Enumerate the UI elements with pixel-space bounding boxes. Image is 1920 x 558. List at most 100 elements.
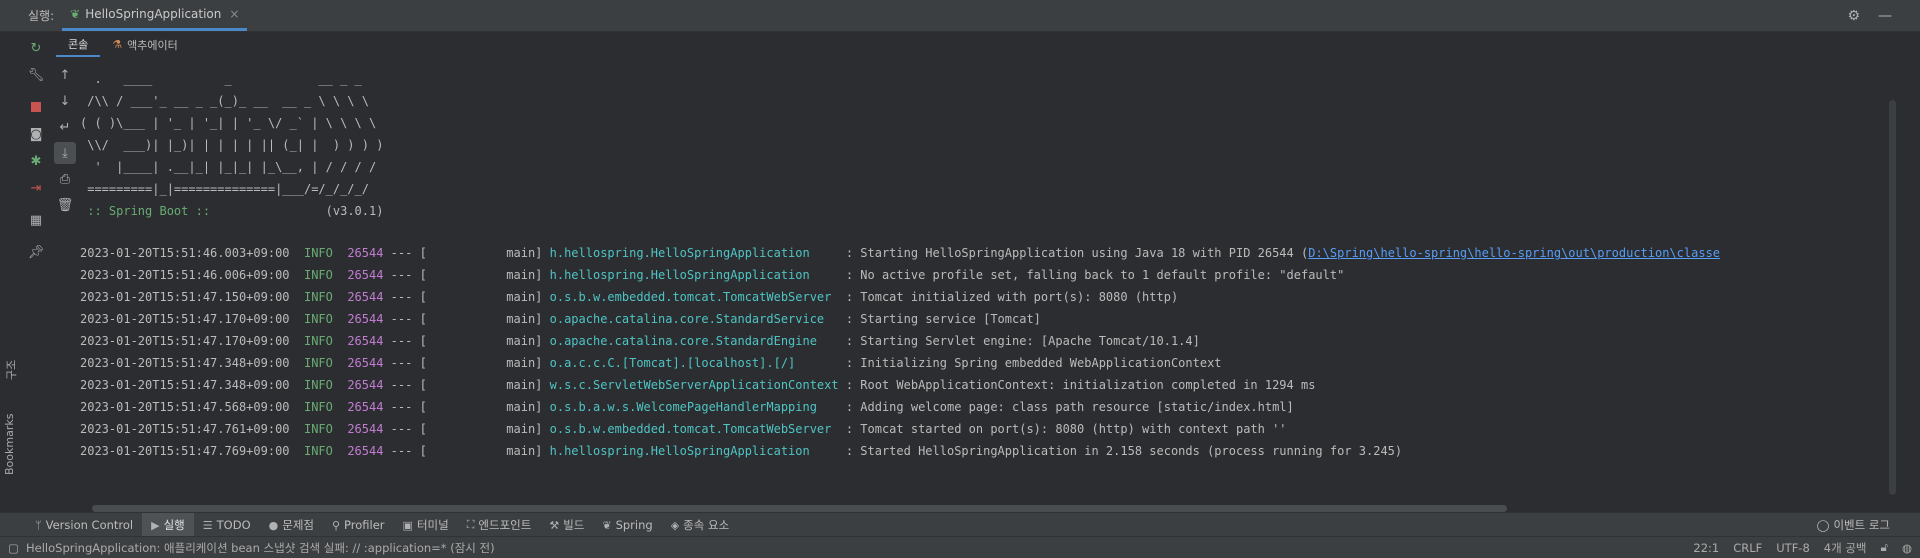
log-level: INFO bbox=[303, 268, 333, 282]
branch-icon: ᛘ bbox=[35, 518, 42, 532]
log-line: 2023-01-20T15:51:47.150+09:00 INFO 26544… bbox=[80, 286, 1900, 308]
run-toolbar: ↻ 🔧︎ ◙ ✱ ⇥ ▦ 📌︎ bbox=[22, 32, 50, 502]
log-pid: 26544 bbox=[347, 378, 384, 392]
log-message: : Root WebApplicationContext: initializa… bbox=[838, 378, 1316, 392]
log-level: INFO bbox=[303, 290, 333, 304]
log-logger: w.s.c.ServletWebServerApplicationContext bbox=[549, 378, 839, 392]
log-level: INFO bbox=[303, 356, 333, 370]
camera-icon[interactable]: ◙ bbox=[25, 123, 47, 145]
log-logger: o.s.b.w.embedded.tomcat.TomcatWebServer bbox=[549, 422, 839, 436]
tool-button-9[interactable]: ◈ 종속 요소 bbox=[662, 513, 738, 537]
log-thread: --- [ main] bbox=[383, 444, 550, 458]
tool-button-1[interactable]: ▶ 실행 bbox=[142, 513, 194, 537]
minimize-icon[interactable]: — bbox=[1878, 8, 1892, 24]
layout-icon[interactable]: ▦ bbox=[25, 209, 47, 231]
tool-button-label: 빌드 bbox=[563, 518, 585, 532]
tool-button-3[interactable]: ● 문제점 bbox=[260, 513, 323, 537]
log-message: : Starting Servlet engine: [Apache Tomca… bbox=[838, 334, 1200, 348]
list-icon: ☰ bbox=[202, 518, 213, 532]
arrow-down-icon[interactable]: ↓ bbox=[54, 90, 76, 112]
tool-button-label: Profiler bbox=[344, 518, 385, 532]
event-log-button[interactable]: ◯ 이벤트 로그 bbox=[1817, 513, 1890, 537]
tool-button-7[interactable]: ⚒ 빌드 bbox=[540, 513, 593, 537]
bookmarks-label[interactable]: Bookmarks bbox=[3, 414, 16, 475]
pin-icon[interactable]: 📌︎ bbox=[25, 241, 47, 263]
notification-icon[interactable]: ◍ bbox=[1902, 541, 1912, 555]
log-timestamp: 2023-01-20T15:51:47.170+09:00 bbox=[80, 312, 290, 326]
horizontal-scrollbar[interactable] bbox=[92, 505, 1507, 512]
log-line: 2023-01-20T15:51:47.568+09:00 INFO 26544… bbox=[80, 396, 1900, 418]
log-thread: --- [ main] bbox=[383, 422, 550, 436]
log-timestamp: 2023-01-20T15:51:46.003+09:00 bbox=[80, 246, 290, 260]
log-message: : Tomcat started on port(s): 8080 (http)… bbox=[838, 422, 1287, 436]
spring-boot-version-line: :: Spring Boot :: (v3.0.1) bbox=[80, 200, 1900, 222]
banner-line: /\\ / ___'_ __ _ _(_)_ __ __ _ \ \ \ \ bbox=[80, 94, 369, 108]
indent-setting[interactable]: 4개 공백 bbox=[1824, 540, 1867, 556]
gear-icon[interactable]: ⚙ bbox=[1847, 8, 1860, 24]
log-message: : No active profile set, falling back to… bbox=[838, 268, 1345, 282]
stop-icon[interactable] bbox=[25, 96, 47, 118]
tab-hello-spring-application[interactable]: ❦ HelloSpringApplication × bbox=[62, 0, 248, 31]
tool-button-label: Version Control bbox=[45, 518, 134, 532]
log-message: : Starting service [Tomcat] bbox=[838, 312, 1041, 326]
tool-button-5[interactable]: ▣ 터미널 bbox=[394, 513, 458, 537]
log-timestamp: 2023-01-20T15:51:47.568+09:00 bbox=[80, 400, 290, 414]
tool-button-4[interactable]: ⚲ Profiler bbox=[323, 513, 394, 537]
terminal-icon: ▣ bbox=[402, 518, 413, 532]
actuator-icon: ⚗ bbox=[112, 38, 123, 51]
log-level: INFO bbox=[303, 378, 333, 392]
log-message: : Adding welcome page: class path resour… bbox=[838, 400, 1294, 414]
trash-icon[interactable]: 🗑︎ bbox=[54, 194, 76, 216]
tool-button-label: 엔드포인트 bbox=[478, 518, 532, 532]
tool-window-bar: ᛘ Version Control ▶ 실행 ☰ TODO ● 문제점 ⚲ Profiler ▣ 터미… bbox=[0, 512, 1920, 537]
log-timestamp: 2023-01-20T15:51:47.348+09:00 bbox=[80, 378, 290, 392]
console-output[interactable]: . ____ _ __ _ _ /\\ / ___'_ __ _ _(_)_ _… bbox=[80, 60, 1900, 500]
log-pid: 26544 bbox=[347, 422, 384, 436]
tool-button-8[interactable]: ❦ Spring bbox=[593, 513, 661, 537]
event-log-label: 이벤트 로그 bbox=[1833, 518, 1890, 532]
log-thread: --- [ main] bbox=[383, 378, 550, 392]
log-logger: o.s.b.a.w.s.WelcomePageHandlerMapping bbox=[549, 400, 839, 414]
wrench-icon[interactable]: 🔧︎ bbox=[25, 64, 47, 86]
log-thread: --- [ main] bbox=[383, 312, 550, 326]
log-pid: 26544 bbox=[347, 246, 384, 260]
endpoints-icon: ⛶ bbox=[466, 518, 475, 531]
lock-icon[interactable]: 🔓︎ bbox=[1881, 540, 1888, 555]
print-icon[interactable]: ⎙ bbox=[54, 168, 76, 190]
log-thread: --- [ main] bbox=[383, 334, 550, 348]
tab-actuator[interactable]: ⚗ 액추에이터 bbox=[100, 32, 189, 57]
vertical-scrollbar[interactable] bbox=[1889, 100, 1896, 495]
dependencies-icon: ◈ bbox=[670, 518, 680, 532]
tab-actuator-label: 액추에이터 bbox=[127, 38, 178, 52]
log-level: INFO bbox=[303, 334, 333, 348]
tab-console[interactable]: 콘솔 bbox=[56, 32, 101, 57]
tool-button-0[interactable]: ᛘ Version Control bbox=[26, 513, 142, 537]
log-line: 2023-01-20T15:51:47.348+09:00 INFO 26544… bbox=[80, 352, 1900, 374]
soft-wrap-icon[interactable]: ↵ bbox=[54, 116, 76, 138]
rerun-icon[interactable]: ↻ bbox=[25, 37, 47, 59]
profiler-icon: ⚲ bbox=[331, 518, 341, 532]
tool-button-label: Spring bbox=[615, 518, 653, 532]
line-separator[interactable]: CRLF bbox=[1733, 541, 1762, 555]
status-message[interactable]: HelloSpringApplication: 애플리케이션 bean 스냅샷 … bbox=[26, 540, 495, 556]
classpath-link[interactable]: D:\Spring\hello-spring\hello-spring\out\… bbox=[1308, 246, 1720, 260]
bottom-tool-buttons: ᛘ Version Control ▶ 실행 ☰ TODO ● 문제점 ⚲ Profiler ▣ 터미… bbox=[26, 513, 738, 537]
log-timestamp: 2023-01-20T15:51:47.769+09:00 bbox=[80, 444, 290, 458]
log-line: 2023-01-20T15:51:46.003+09:00 INFO 26544… bbox=[80, 242, 1900, 264]
arrow-up-icon[interactable]: ↑ bbox=[54, 64, 76, 86]
exit-icon[interactable]: ⇥ bbox=[25, 177, 47, 199]
log-message: : Started HelloSpringApplication in 2.15… bbox=[838, 444, 1403, 458]
structure-label[interactable]: 구조 bbox=[3, 360, 19, 380]
log-timestamp: 2023-01-20T15:51:46.006+09:00 bbox=[80, 268, 290, 282]
tool-button-label: TODO bbox=[216, 518, 251, 532]
log-logger: o.a.c.c.C.[Tomcat].[localhost].[/] bbox=[549, 356, 839, 370]
file-encoding[interactable]: UTF-8 bbox=[1776, 541, 1810, 555]
log-pid: 26544 bbox=[347, 400, 384, 414]
debug-icon[interactable]: ✱ bbox=[25, 150, 47, 172]
caret-position[interactable]: 22:1 bbox=[1693, 541, 1719, 555]
tool-button-6[interactable]: ⛶ 엔드포인트 bbox=[458, 513, 541, 537]
scroll-to-end-icon[interactable]: ⤓ bbox=[54, 142, 76, 164]
tool-button-2[interactable]: ☰ TODO bbox=[194, 513, 260, 537]
spring-boot-version: (v3.0.1) bbox=[210, 204, 384, 218]
close-icon[interactable]: × bbox=[229, 7, 239, 21]
